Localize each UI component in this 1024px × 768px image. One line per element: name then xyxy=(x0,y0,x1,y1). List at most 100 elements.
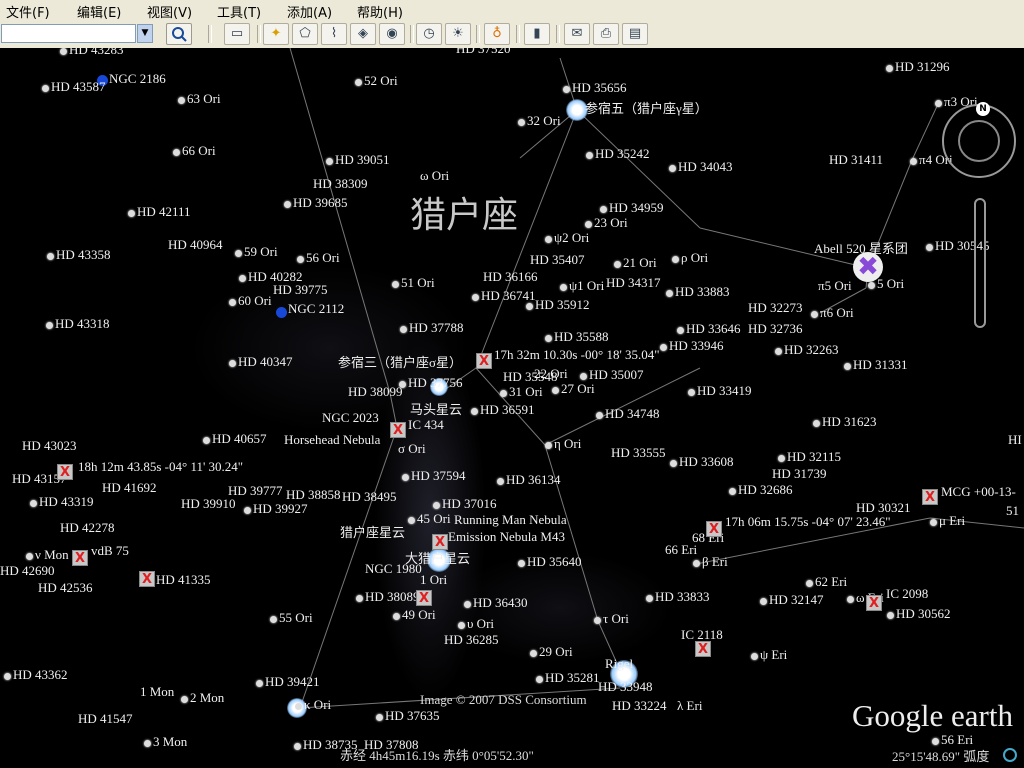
star-label[interactable]: IC 434 xyxy=(408,417,444,433)
star-label[interactable]: HD 38089 xyxy=(356,589,420,605)
star-label[interactable]: HD 32263 xyxy=(775,342,839,358)
star-label[interactable]: ψ2 Ori xyxy=(545,230,589,246)
historical-imagery-icon[interactable]: ◷ xyxy=(416,23,442,45)
star-label[interactable]: HD 39051 xyxy=(326,152,390,168)
gallery-marker-icon[interactable]: X xyxy=(432,534,448,550)
star-label[interactable]: HD 33419 xyxy=(688,383,752,399)
star-label[interactable]: HD 41335 xyxy=(147,572,211,588)
star-label[interactable]: HD 36166 xyxy=(483,269,538,285)
star-label[interactable]: HD 36591 xyxy=(471,402,535,418)
star-label[interactable]: NGC 2023 xyxy=(322,410,379,426)
star-label[interactable]: π5 Ori xyxy=(818,278,852,294)
star-label[interactable]: 27 Ori xyxy=(552,381,595,397)
star-label[interactable]: 21 Ori xyxy=(614,255,657,271)
star-label[interactable]: HD 35242 xyxy=(586,146,650,162)
star-label[interactable]: NGC 2112 xyxy=(288,301,344,317)
star-label[interactable]: HD 43358 xyxy=(47,247,111,263)
planets-icon[interactable]: ♁ xyxy=(484,23,510,45)
star-label[interactable]: ψ1 Ori xyxy=(560,278,604,294)
star-label[interactable]: HD 31296 xyxy=(886,59,950,75)
star-label[interactable]: 参宿五（猎户座γ星） xyxy=(585,98,708,117)
star-label[interactable]: 51 Ori xyxy=(392,275,435,291)
gallery-marker-icon[interactable]: X xyxy=(139,571,155,587)
placemark-icon[interactable]: ✦ xyxy=(263,23,289,45)
star-label[interactable]: 56 Ori xyxy=(297,250,340,266)
star-label[interactable]: HD 32736 xyxy=(748,321,803,337)
star-label[interactable]: 52 Ori xyxy=(355,73,398,89)
star-label[interactable]: HD 31739 xyxy=(772,466,827,482)
star-label[interactable]: HD 43318 xyxy=(46,316,110,332)
star-label[interactable]: HD 39685 xyxy=(284,195,348,211)
star-label[interactable]: HD 39910 xyxy=(181,496,236,512)
star-label[interactable]: Running Man Nebula xyxy=(454,512,567,528)
star-label[interactable]: HD 33883 xyxy=(666,284,730,300)
star-label[interactable]: HD 34043 xyxy=(669,159,733,175)
star-label[interactable]: HD 35640 xyxy=(518,554,582,570)
star-label[interactable]: 22 Ori xyxy=(534,366,568,382)
north-button[interactable]: N xyxy=(976,102,990,116)
star-label[interactable]: 23 Ori xyxy=(585,215,628,231)
star-label[interactable]: HD 35656 xyxy=(563,80,627,96)
star-label[interactable]: Emission Nebula M43 xyxy=(448,529,565,545)
star-label[interactable]: HD 33946 xyxy=(660,338,724,354)
star-label[interactable]: HD 42690 xyxy=(0,563,55,579)
sunlight-icon[interactable]: ☀ xyxy=(445,23,471,45)
image-overlay-icon[interactable]: ◈ xyxy=(350,23,376,45)
gallery-marker-icon[interactable]: X xyxy=(695,641,711,657)
star-label[interactable]: 17h 32m 10.30s -00° 18' 35.04" xyxy=(494,347,660,363)
star-label[interactable]: HD 31411 xyxy=(829,152,883,168)
menu-tools[interactable]: 工具(T) xyxy=(217,2,261,21)
star-label[interactable]: 29 Ori xyxy=(530,644,573,660)
menu-view[interactable]: 视图(V) xyxy=(147,2,192,21)
star-label[interactable]: Rigel xyxy=(605,656,633,672)
gallery-marker-icon[interactable]: X xyxy=(72,550,88,566)
star-label[interactable]: HD 43362 xyxy=(4,667,68,683)
view-in-maps-icon[interactable]: ▤ xyxy=(622,23,648,45)
gallery-marker-icon[interactable]: X xyxy=(416,590,432,606)
star-label[interactable]: HD 37756 xyxy=(399,375,463,391)
star-label[interactable]: HD 39777 xyxy=(228,483,283,499)
star-label[interactable]: HD 33948 xyxy=(598,679,653,695)
star-label[interactable]: HD 42278 xyxy=(60,520,115,536)
star-label[interactable]: HD 33646 xyxy=(677,321,741,337)
star-label[interactable]: η Ori xyxy=(545,436,581,452)
star-label[interactable]: 59 Ori xyxy=(235,244,278,260)
star-label[interactable]: HD 43023 xyxy=(22,438,77,454)
star-label[interactable]: 55 Ori xyxy=(270,610,313,626)
gallery-marker-icon[interactable]: X xyxy=(57,464,73,480)
star-label[interactable]: HD 37635 xyxy=(376,708,440,724)
star-label[interactable]: HD 30562 xyxy=(887,606,951,622)
star-label[interactable]: ρ Ori xyxy=(672,250,708,266)
star-label[interactable]: NGC 2186 xyxy=(109,71,166,87)
menu-file[interactable]: 文件(F) xyxy=(6,2,50,21)
print-icon[interactable]: ⎙ xyxy=(593,23,619,45)
star-label[interactable]: IC 2098 xyxy=(886,586,928,602)
star-label[interactable]: HD 31623 xyxy=(813,414,877,430)
star-label[interactable]: 32 Ori xyxy=(518,113,561,129)
gallery-marker-icon[interactable]: X xyxy=(866,595,882,611)
menu-edit[interactable]: 编辑(E) xyxy=(77,2,121,21)
star-label[interactable]: HD 35407 xyxy=(530,252,585,268)
star-label[interactable]: 60 Ori xyxy=(229,293,272,309)
star-label[interactable]: HI xyxy=(1008,432,1022,448)
star-label[interactable]: HD 40347 xyxy=(229,354,293,370)
star-label[interactable]: HD 37594 xyxy=(402,468,466,484)
star-label[interactable]: HD 38495 xyxy=(342,489,397,505)
star-label[interactable]: 63 Ori xyxy=(178,91,221,107)
star-label[interactable]: HD 39775 xyxy=(273,282,328,298)
star-label[interactable]: 66 Ori xyxy=(173,143,216,159)
star-label[interactable]: 17h 06m 15.75s -04° 07' 23.46" xyxy=(725,514,891,530)
star-label[interactable]: 1 Ori xyxy=(420,572,447,588)
gallery-marker-icon[interactable]: X xyxy=(476,353,492,369)
star-label[interactable]: HD 33833 xyxy=(646,589,710,605)
gallery-marker-icon[interactable]: X xyxy=(390,422,406,438)
star-label[interactable]: HD 33608 xyxy=(670,454,734,470)
star-label[interactable]: 45 Ori xyxy=(408,511,451,527)
star-label[interactable]: ν Mon xyxy=(26,547,69,563)
star-label[interactable]: HD 36285 xyxy=(444,632,499,648)
star-label[interactable]: σ Ori xyxy=(398,441,426,457)
gallery-marker-icon[interactable]: X xyxy=(706,521,722,537)
ruler-icon[interactable]: ▮ xyxy=(524,23,550,45)
star-label[interactable]: vdB 75 xyxy=(91,543,129,559)
star-label[interactable]: HD 33224 xyxy=(612,698,667,714)
